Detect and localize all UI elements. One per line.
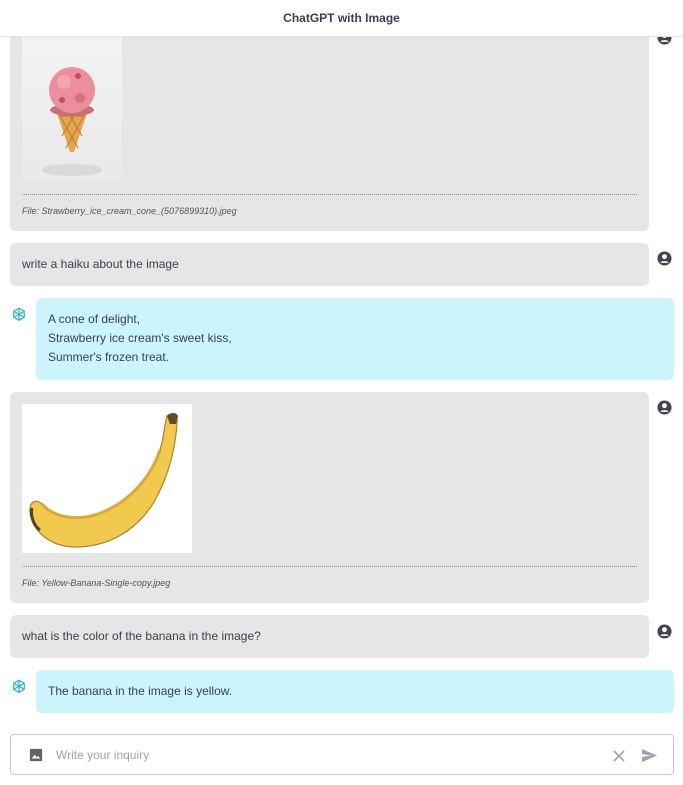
user-avatar-icon [657, 624, 672, 639]
haiku-line-2: Strawberry ice cream's sweet kiss, [48, 331, 232, 345]
composer [10, 734, 674, 775]
user-image-message: File: Yellow-Banana-Single-copy.jpeg [10, 392, 649, 603]
page-title: ChatGPT with Image [283, 11, 400, 25]
user-avatar-icon [657, 251, 672, 266]
openai-logo-icon [10, 678, 28, 696]
user-text-message: write a haiku about the image [10, 243, 649, 286]
assistant-message: A cone of delight, Strawberry ice cream'… [36, 298, 674, 380]
image-icon[interactable] [28, 747, 44, 763]
send-icon[interactable] [640, 747, 658, 763]
inquiry-input[interactable] [56, 745, 596, 765]
banana-image [22, 404, 192, 553]
file-separator [22, 566, 637, 567]
message-text: The banana in the image is yellow. [48, 684, 233, 698]
file-separator [22, 194, 637, 195]
user-image-message: File: Strawberry_ice_cream_cone_(5076899… [10, 20, 649, 231]
file-label: File: Strawberry_ice_cream_cone_(5076899… [22, 206, 237, 216]
app-header: ChatGPT with Image [0, 0, 683, 37]
user-avatar-icon [657, 400, 672, 415]
haiku-line-1: A cone of delight, [48, 312, 141, 326]
user-text-message: what is the color of the banana in the i… [10, 615, 649, 658]
haiku-line-3: Summer's frozen treat. [48, 350, 169, 364]
chat-area: File: Strawberry_ice_cream_cone_(5076899… [0, 0, 683, 785]
message-text: what is the color of the banana in the i… [22, 629, 261, 643]
assistant-message: The banana in the image is yellow. [36, 670, 674, 713]
openai-logo-icon [10, 306, 28, 324]
message-text: write a haiku about the image [22, 257, 179, 271]
ice-cream-image [22, 20, 122, 181]
close-icon[interactable] [611, 748, 626, 763]
file-label: File: Yellow-Banana-Single-copy.jpeg [22, 578, 171, 588]
